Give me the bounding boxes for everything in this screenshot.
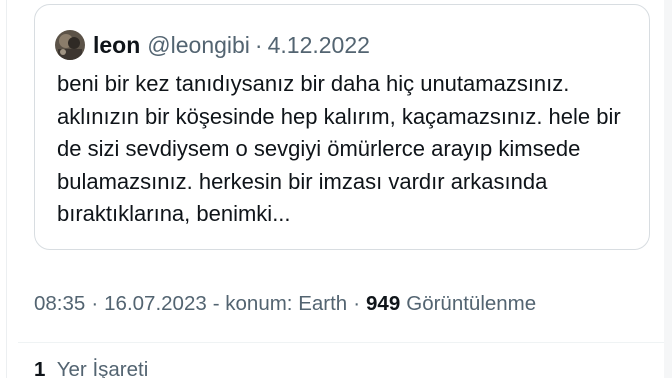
- post-meta-row: 08:35 · 16.07.2023 - konum: Earth · 949 …: [34, 289, 536, 319]
- author-avatar[interactable]: [55, 30, 85, 60]
- author-name[interactable]: leon: [93, 32, 140, 59]
- views-label: Görüntülenme: [406, 292, 537, 315]
- quoted-post-card[interactable]: leon @leongibi · 4.12.2022 beni bir kez …: [34, 4, 650, 250]
- avatar-image: [55, 30, 85, 60]
- left-edge: [0, 0, 7, 378]
- post-date[interactable]: 16.07.2023: [104, 292, 207, 316]
- quoted-post-text: beni bir kez tanıdıysanız bir daha hiç u…: [57, 71, 621, 226]
- author-handle[interactable]: @leongibi: [147, 32, 250, 59]
- divider: [18, 342, 664, 343]
- quoted-post-header: leon @leongibi · 4.12.2022: [55, 28, 370, 62]
- views-count: 949: [366, 292, 401, 315]
- post-time[interactable]: 08:35: [34, 292, 85, 316]
- bookmarks-stat[interactable]: 1 Yer İşareti: [34, 358, 148, 378]
- quoted-post-date[interactable]: 4.12.2022: [268, 32, 370, 59]
- header-separator: ·: [254, 31, 263, 58]
- tweet-detail-page: leon @leongibi · 4.12.2022 beni bir kez …: [0, 0, 672, 378]
- bookmark-count: 1: [34, 358, 46, 378]
- bookmark-label: Yer İşareti: [56, 358, 149, 378]
- meta-separator: ·: [91, 292, 99, 315]
- meta-separator: ·: [353, 292, 361, 315]
- post-location: - konum: Earth: [212, 292, 348, 315]
- right-edge: [664, 0, 672, 378]
